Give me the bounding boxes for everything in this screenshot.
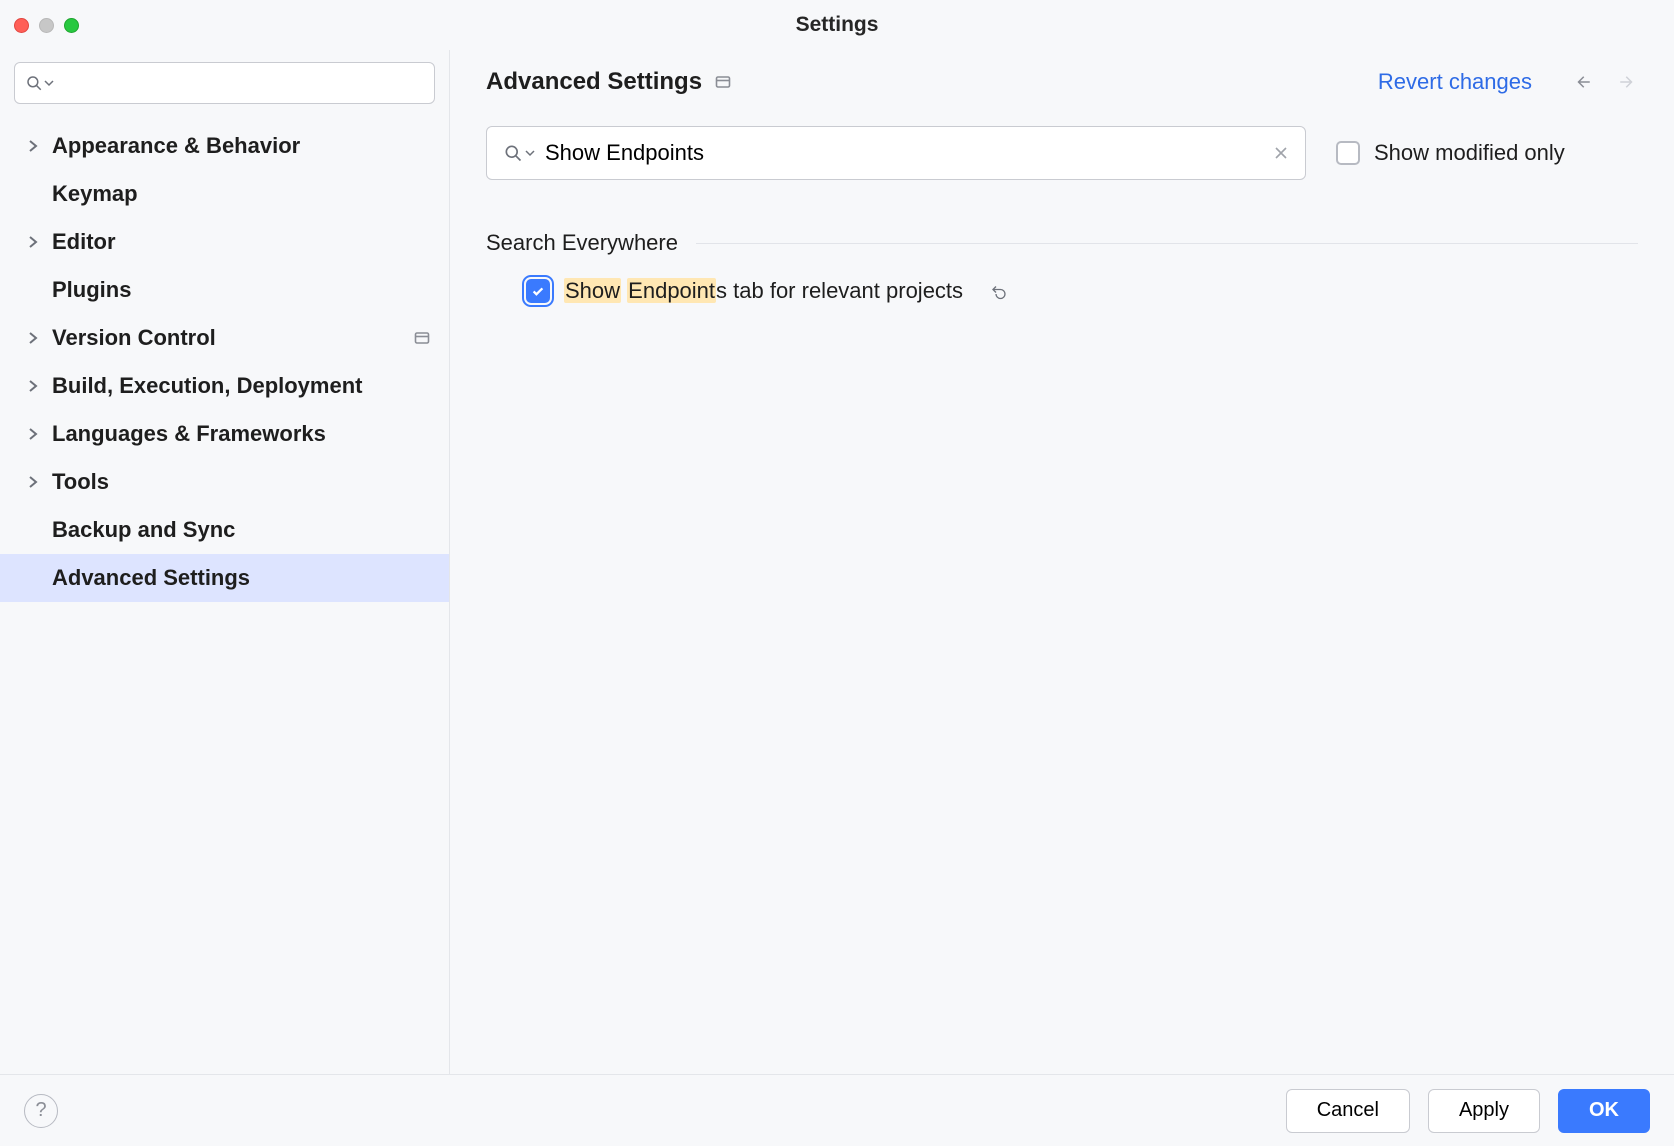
filter-row: Show modified only	[486, 126, 1638, 180]
minimize-window-icon[interactable]	[39, 18, 54, 33]
scope-icon	[714, 73, 732, 91]
sidebar-item-label: Tools	[52, 469, 109, 495]
search-options-caret-icon[interactable]	[525, 148, 535, 158]
section-title: Search Everywhere	[486, 230, 1638, 256]
chevron-right-icon[interactable]	[28, 139, 42, 153]
sidebar-search[interactable]	[14, 62, 435, 104]
chevron-right-icon[interactable]	[28, 427, 42, 441]
search-options-caret-icon[interactable]	[44, 78, 54, 88]
window-controls	[14, 18, 79, 33]
chevron-right-icon[interactable]	[28, 235, 42, 249]
sidebar-item-label: Appearance & Behavior	[52, 133, 300, 159]
sidebar-item-tools[interactable]: Tools	[0, 458, 449, 506]
ok-button[interactable]: OK	[1558, 1089, 1650, 1133]
search-icon	[25, 74, 43, 92]
sidebar-search-input[interactable]	[62, 73, 424, 94]
sidebar-item-label: Version Control	[52, 325, 216, 351]
show-modified-label: Show modified only	[1374, 140, 1565, 166]
apply-button[interactable]: Apply	[1428, 1089, 1540, 1133]
zoom-window-icon[interactable]	[64, 18, 79, 33]
back-icon[interactable]	[1572, 73, 1594, 91]
option-row[interactable]: Show Endpoints tab for relevant projects	[486, 278, 1638, 304]
option-checkbox[interactable]	[526, 279, 550, 303]
content-header: Advanced Settings Revert changes	[486, 68, 1638, 96]
search-icon	[503, 143, 523, 163]
sidebar-item-label: Editor	[52, 229, 116, 255]
sidebar-item-keymap[interactable]: Keymap	[0, 170, 449, 218]
help-button[interactable]: ?	[24, 1094, 58, 1128]
chevron-right-icon[interactable]	[28, 379, 42, 393]
sidebar-item-advanced-settings[interactable]: Advanced Settings	[0, 554, 449, 602]
settings-tree: Appearance & Behavior Keymap Editor Plugins…	[0, 122, 449, 602]
history-nav	[1572, 73, 1638, 91]
project-scope-icon	[413, 329, 431, 347]
sidebar-item-build-execution-deployment[interactable]: Build, Execution, Deployment	[0, 362, 449, 410]
page-title: Advanced Settings	[486, 68, 702, 96]
sidebar-item-plugins[interactable]: Plugins	[0, 266, 449, 314]
filter-input[interactable]	[535, 140, 1273, 166]
show-modified-only[interactable]: Show modified only	[1336, 140, 1565, 166]
sidebar-item-languages-frameworks[interactable]: Languages & Frameworks	[0, 410, 449, 458]
footer: ? Cancel Apply OK	[0, 1074, 1674, 1146]
sidebar-item-label: Build, Execution, Deployment	[52, 373, 362, 399]
sidebar-item-editor[interactable]: Editor	[0, 218, 449, 266]
main: Appearance & Behavior Keymap Editor Plugins…	[0, 50, 1674, 1074]
sidebar-item-backup-and-sync[interactable]: Backup and Sync	[0, 506, 449, 554]
sidebar-item-label: Keymap	[52, 181, 138, 207]
chevron-right-icon[interactable]	[28, 331, 42, 345]
revert-option-icon[interactable]	[989, 282, 1009, 300]
window-title: Settings	[0, 13, 1674, 37]
sidebar-item-label: Languages & Frameworks	[52, 421, 326, 447]
sidebar: Appearance & Behavior Keymap Editor Plugins…	[0, 50, 450, 1074]
close-window-icon[interactable]	[14, 18, 29, 33]
show-modified-checkbox[interactable]	[1336, 141, 1360, 165]
revert-changes-link[interactable]: Revert changes	[1378, 69, 1532, 95]
sidebar-item-label: Backup and Sync	[52, 517, 235, 543]
filter-input-wrap[interactable]	[486, 126, 1306, 180]
sidebar-item-appearance-behavior[interactable]: Appearance & Behavior	[0, 122, 449, 170]
option-label: Show Endpoints tab for relevant projects	[564, 278, 963, 304]
content-pane: Advanced Settings Revert changes	[450, 50, 1674, 1074]
chevron-right-icon[interactable]	[28, 475, 42, 489]
titlebar: Settings	[0, 0, 1674, 50]
cancel-button[interactable]: Cancel	[1286, 1089, 1410, 1133]
settings-section: Search Everywhere Show Endpoints tab for …	[486, 230, 1638, 304]
clear-icon[interactable]	[1273, 145, 1289, 161]
sidebar-item-label: Plugins	[52, 277, 131, 303]
sidebar-item-version-control[interactable]: Version Control	[0, 314, 449, 362]
sidebar-item-label: Advanced Settings	[52, 565, 250, 591]
forward-icon	[1616, 73, 1638, 91]
